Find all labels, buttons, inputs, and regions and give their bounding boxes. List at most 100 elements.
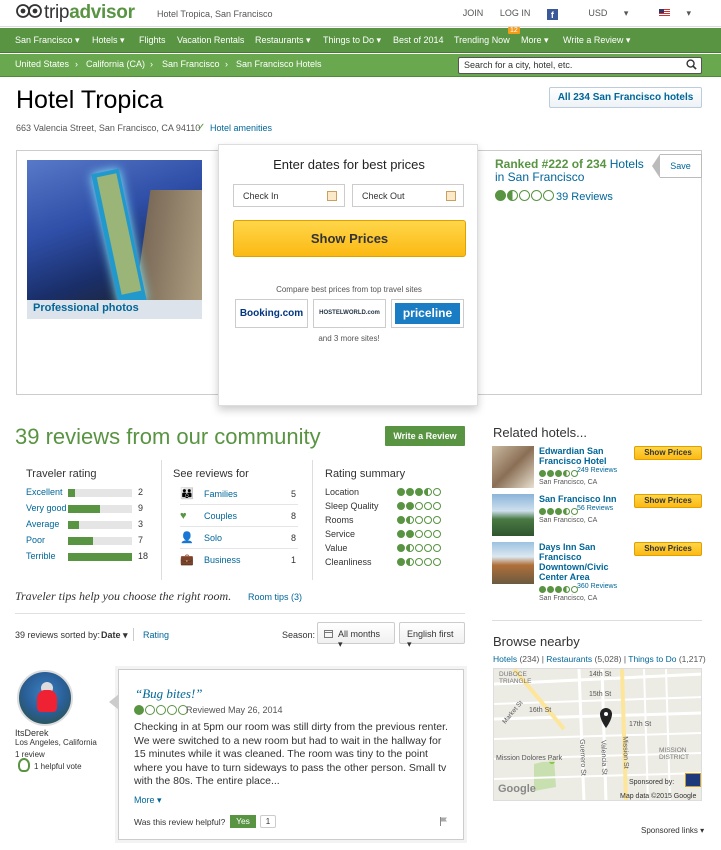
join-link[interactable]: JOIN bbox=[463, 8, 484, 18]
priceline-logo[interactable]: priceline bbox=[391, 299, 464, 328]
top-bar: tripadvisor Hotel Tropica, San Francisco… bbox=[0, 0, 721, 27]
related-hotel-name[interactable]: San Francisco Inn bbox=[539, 494, 639, 504]
reviewer-name[interactable]: ItsDerek bbox=[15, 728, 49, 738]
show-prices-button[interactable]: Show Prices bbox=[634, 542, 702, 556]
nav-san-francisco[interactable]: San Francisco ▾ bbox=[15, 35, 80, 46]
hotel-thumbnail[interactable] bbox=[492, 542, 534, 584]
show-prices-button[interactable]: Show Prices bbox=[634, 494, 702, 508]
sorted-by-label: 39 reviews sorted by: bbox=[15, 630, 101, 640]
owl-icon bbox=[16, 4, 42, 18]
link-separator: | bbox=[623, 654, 627, 664]
traveler-rating-row[interactable]: Average 3 bbox=[26, 519, 151, 533]
rating-bubble-icon bbox=[433, 488, 441, 496]
map-label-dolores-park: Mission Dolores Park bbox=[496, 755, 563, 762]
nav-best-of-2014[interactable]: Best of 2014 bbox=[393, 35, 444, 45]
browse-restaurants-link[interactable]: Restaurants bbox=[546, 654, 592, 664]
traveler-tips-text: Traveler tips help you choose the right … bbox=[15, 589, 232, 603]
language-select[interactable]: English first ▾ bbox=[399, 622, 465, 649]
rating-summary-row: Rooms bbox=[325, 515, 450, 525]
search-input[interactable]: Search for a city, hotel, etc. bbox=[458, 57, 702, 74]
check-in-field[interactable]: Check In bbox=[233, 184, 345, 207]
tripadvisor-logo[interactable]: tripadvisor bbox=[16, 2, 135, 24]
nav-things-to-do[interactable]: Things to Do ▾ bbox=[323, 35, 381, 46]
breadcrumb-sf-hotels[interactable]: San Francisco Hotels bbox=[236, 59, 322, 69]
check-out-field[interactable]: Check Out bbox=[352, 184, 464, 207]
nav-trending-now[interactable]: Trending Now bbox=[454, 35, 510, 45]
all-hotels-button[interactable]: All 234 San Francisco hotels bbox=[549, 87, 702, 108]
nav-flights[interactable]: Flights bbox=[139, 35, 166, 45]
nav-restaurants[interactable]: Restaurants ▾ bbox=[255, 35, 311, 46]
ranking-text[interactable]: Ranked #222 of 234 Hotels in San Francis… bbox=[495, 158, 655, 184]
currency-select[interactable]: USD ▾ bbox=[574, 8, 628, 18]
nav-more[interactable]: More ▾ bbox=[521, 35, 549, 46]
calendar-icon bbox=[446, 191, 456, 201]
facebook-icon[interactable]: f bbox=[546, 9, 558, 20]
show-prices-button[interactable]: Show Prices bbox=[233, 220, 466, 257]
nav-hotels[interactable]: Hotels ▾ bbox=[92, 35, 125, 46]
hotel-thumbnail[interactable] bbox=[492, 446, 534, 488]
rating-bubble-icon bbox=[424, 558, 432, 566]
breadcrumb-california[interactable]: California (CA) bbox=[86, 59, 145, 69]
breadcrumb-united-states[interactable]: United States bbox=[15, 59, 69, 69]
map-label-mission: Mission St bbox=[621, 736, 630, 769]
related-hotel-reviews[interactable]: 56 Reviews bbox=[577, 505, 613, 512]
related-hotel-name[interactable]: Edwardian San Francisco Hotel bbox=[539, 446, 639, 466]
sort-date[interactable]: Date ▾ bbox=[101, 630, 128, 641]
nav-vacation-rentals[interactable]: Vacation Rentals bbox=[177, 35, 244, 45]
rating-bubble-icon bbox=[424, 502, 432, 510]
rating-summary-heading: Rating summary bbox=[325, 468, 406, 480]
browse-hotels-link[interactable]: Hotels bbox=[493, 654, 517, 664]
show-prices-button[interactable]: Show Prices bbox=[634, 446, 702, 460]
hostelworld-logo[interactable]: HOSTELWORLD.com bbox=[313, 299, 386, 328]
avatar[interactable] bbox=[17, 670, 73, 726]
related-hotel-reviews[interactable]: 249 Reviews bbox=[577, 467, 617, 474]
person-icon: 👤 bbox=[180, 532, 194, 544]
traveler-rating-row[interactable]: Very good 9 bbox=[26, 503, 151, 517]
nav-write-review[interactable]: Write a Review ▾ bbox=[563, 35, 630, 46]
save-button[interactable]: Save bbox=[652, 154, 702, 178]
chevron-down-icon: ▾ bbox=[686, 8, 691, 18]
rating-bubble-icon bbox=[156, 705, 166, 715]
traveler-rating-row[interactable]: Excellent 2 bbox=[26, 487, 151, 501]
traveler-rating-row[interactable]: Poor 7 bbox=[26, 535, 151, 549]
helpful-question: Was this review helpful? bbox=[134, 817, 226, 827]
related-hotel-reviews[interactable]: 360 Reviews bbox=[577, 583, 617, 590]
browse-things-link[interactable]: Things to Do bbox=[628, 654, 676, 664]
write-review-button[interactable]: Write a Review bbox=[385, 426, 465, 446]
rating-bar bbox=[68, 521, 132, 529]
best-western-logo[interactable] bbox=[685, 773, 701, 787]
booking-com-logo[interactable]: Booking.com bbox=[235, 299, 308, 328]
main-nav: San Francisco ▾ Hotels ▾ Flights Vacatio… bbox=[0, 27, 721, 53]
login-link[interactable]: LOG IN bbox=[500, 8, 531, 18]
traveler-rating-row[interactable]: Terrible 18 bbox=[26, 551, 151, 565]
header-hotel-crumb: Hotel Tropica, San Francisco bbox=[157, 9, 273, 19]
rating-bubble-icon bbox=[495, 190, 506, 201]
map[interactable]: DUBOCE TRIANGLE 14th St 15th St 16th St … bbox=[493, 668, 702, 801]
filter-business[interactable]: 💼 Business 1 bbox=[180, 551, 298, 571]
review-title[interactable]: “Bug bites!” bbox=[135, 686, 203, 702]
sort-rating[interactable]: Rating bbox=[143, 630, 169, 640]
filter-solo[interactable]: 👤 Solo 8 bbox=[180, 529, 298, 549]
season-label: Season: bbox=[282, 630, 316, 640]
flag-icon[interactable] bbox=[440, 817, 448, 826]
search-icon[interactable] bbox=[686, 59, 697, 70]
review-more-link[interactable]: More ▾ bbox=[134, 795, 162, 806]
column-divider bbox=[312, 460, 313, 580]
hotel-thumbnail[interactable] bbox=[492, 494, 534, 536]
review-rating-bubbles bbox=[134, 705, 189, 718]
helpful-yes-button[interactable]: Yes bbox=[230, 815, 256, 828]
rating-count: 7 bbox=[138, 535, 144, 545]
filter-families[interactable]: 👪 Families 5 bbox=[180, 485, 298, 505]
sponsored-links[interactable]: Sponsored links ▾ bbox=[641, 826, 704, 835]
breadcrumb-san-francisco[interactable]: San Francisco bbox=[162, 59, 220, 69]
language-select[interactable]: ▾ bbox=[645, 8, 691, 18]
hotel-photo[interactable] bbox=[27, 160, 202, 300]
room-tips-link[interactable]: Room tips (3) bbox=[248, 592, 302, 602]
rating-bubble-icon bbox=[406, 516, 414, 524]
related-hotel-name[interactable]: Days Inn San Francisco Downtown/Civic Ce… bbox=[539, 542, 639, 582]
hotel-reviews-link[interactable]: 39 Reviews bbox=[556, 191, 613, 203]
hotel-amenities-link[interactable]: Hotel amenities bbox=[210, 123, 272, 133]
season-select[interactable]: All months ▾ bbox=[317, 622, 395, 649]
filter-couples[interactable]: ♥ Couples 8 bbox=[180, 507, 298, 527]
professional-photos-link[interactable]: Professional photos bbox=[27, 300, 202, 319]
